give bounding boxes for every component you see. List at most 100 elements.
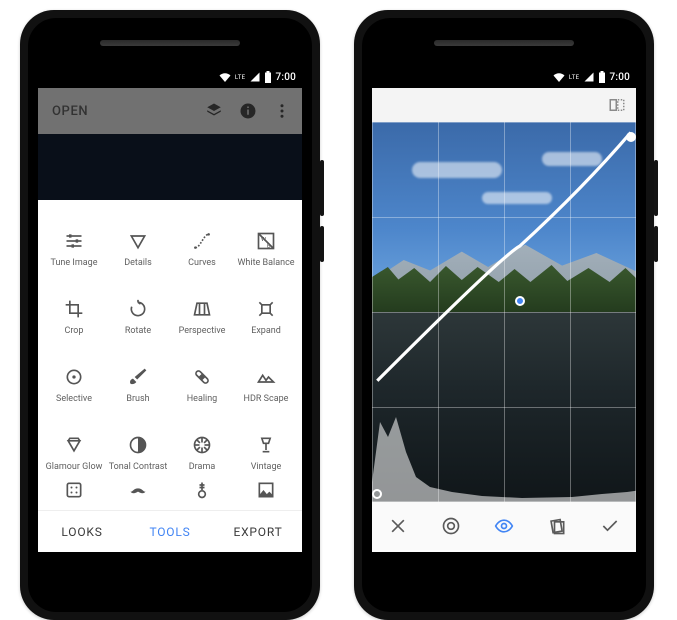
tool-tonal-contrast[interactable]: Tonal Contrast: [106, 414, 170, 472]
tool-label: Details: [124, 259, 152, 268]
tab-tools[interactable]: TOOLS: [126, 511, 214, 552]
more-icon[interactable]: [272, 101, 292, 121]
cloud: [542, 152, 602, 166]
tool-hdr-scape[interactable]: HDR Scape: [234, 346, 298, 404]
statusbar: LTE 7:00: [372, 66, 636, 88]
tool-label: Curves: [188, 259, 216, 268]
crop-icon: [64, 297, 84, 321]
phone-right: LTE 7:00: [354, 10, 654, 620]
curve-handle-mid[interactable]: [515, 296, 525, 306]
contrast-icon: [128, 433, 148, 457]
tool-perspective[interactable]: Perspective: [170, 278, 234, 336]
tool-label: Perspective: [179, 327, 226, 336]
tool-glamour-glow[interactable]: Glamour Glow: [42, 414, 106, 472]
curves-icon: [192, 229, 212, 253]
brush-icon: [128, 365, 148, 389]
tool-expand[interactable]: Expand: [234, 278, 298, 336]
rotate-icon: [128, 297, 148, 321]
volume-button: [320, 226, 324, 262]
expand-icon: [256, 297, 276, 321]
tool-white-balance[interactable]: WB White Balance: [234, 210, 298, 268]
lte-label: LTE: [235, 74, 246, 81]
editor-topbar: [372, 88, 636, 122]
svg-text:W: W: [261, 237, 267, 243]
tab-looks[interactable]: LOOKS: [38, 511, 126, 552]
tool-selective[interactable]: Selective: [42, 346, 106, 404]
sliders-icon: [64, 229, 84, 253]
clock: 7:00: [610, 72, 631, 83]
tool-label: HDR Scape: [244, 395, 289, 404]
battery-icon: [598, 71, 606, 83]
wifi-icon: [219, 72, 231, 82]
landscape-icon: [256, 365, 276, 389]
aperture-icon: [192, 433, 212, 457]
image-icon: [256, 482, 276, 500]
cellular-icon: [250, 72, 260, 82]
cellular-icon: [584, 72, 594, 82]
tool-vintage[interactable]: Vintage: [234, 414, 298, 472]
curve-handle-white[interactable]: [626, 132, 636, 142]
bandage-icon: [192, 365, 212, 389]
mustache-icon: [128, 482, 148, 500]
tool-partial-3[interactable]: [170, 482, 234, 506]
tool-label: Healing: [187, 395, 218, 404]
wb-icon: WB: [256, 229, 276, 253]
lte-label: LTE: [569, 74, 580, 81]
tool-label: Drama: [189, 463, 215, 472]
cancel-button[interactable]: [378, 506, 418, 546]
info-icon[interactable]: [238, 101, 258, 121]
editor-bottom-bar: [372, 502, 636, 550]
wifi-icon: [553, 72, 565, 82]
tool-drama[interactable]: Drama: [170, 414, 234, 472]
tool-crop[interactable]: Crop: [42, 278, 106, 336]
power-button: [654, 160, 658, 216]
tool-tune-image[interactable]: Tune Image: [42, 210, 106, 268]
battery-icon: [264, 71, 272, 83]
tool-label: Crop: [64, 327, 83, 336]
diamond-icon: [64, 433, 84, 457]
tool-details[interactable]: Details: [106, 210, 170, 268]
bottom-tabs: LOOKS TOOLS EXPORT: [38, 510, 302, 552]
earpiece: [434, 40, 574, 46]
channel-button[interactable]: [431, 506, 471, 546]
tool-label: Tonal Contrast: [109, 463, 168, 472]
tool-healing[interactable]: Healing: [170, 346, 234, 404]
tool-partial-1[interactable]: [42, 482, 106, 506]
preview-button[interactable]: [484, 506, 524, 546]
tool-partial-4[interactable]: [234, 482, 298, 506]
phone-left: LTE 7:00 OPEN: [20, 10, 320, 620]
tool-label: Vintage: [251, 463, 282, 472]
image-canvas[interactable]: [372, 122, 636, 502]
presets-button[interactable]: [537, 506, 577, 546]
cloud: [412, 162, 502, 178]
svg-text:B: B: [267, 243, 271, 249]
statusbar: LTE 7:00: [38, 66, 302, 88]
tool-label: Tune Image: [51, 259, 98, 268]
power-button: [320, 160, 324, 216]
tool-partial-2[interactable]: [106, 482, 170, 506]
tool-curves[interactable]: Curves: [170, 210, 234, 268]
open-button[interactable]: OPEN: [52, 104, 190, 119]
layers-icon[interactable]: [204, 101, 224, 121]
tool-label: Selective: [56, 395, 92, 404]
tool-rotate[interactable]: Rotate: [106, 278, 170, 336]
lamp-icon: [256, 433, 276, 457]
triangle-down-icon: [128, 229, 148, 253]
compare-icon[interactable]: [606, 94, 628, 116]
app-header: OPEN: [38, 88, 302, 134]
tool-label: Glamour Glow: [46, 463, 103, 472]
cloud: [482, 192, 552, 204]
tools-sheet: Tune Image Details Curves WB Whit: [38, 200, 302, 552]
tool-label: Rotate: [125, 327, 151, 336]
clock: 7:00: [276, 72, 297, 83]
perspective-icon: [192, 297, 212, 321]
rocks: [372, 312, 636, 502]
curve-handle-black[interactable]: [372, 489, 382, 499]
screen-left: LTE 7:00 OPEN: [38, 66, 302, 552]
tool-brush[interactable]: Brush: [106, 346, 170, 404]
earpiece: [100, 40, 240, 46]
tab-export[interactable]: EXPORT: [214, 511, 302, 552]
tool-label: Brush: [126, 395, 149, 404]
apply-button[interactable]: [590, 506, 630, 546]
tools-grid: Tune Image Details Curves WB Whit: [38, 208, 302, 510]
